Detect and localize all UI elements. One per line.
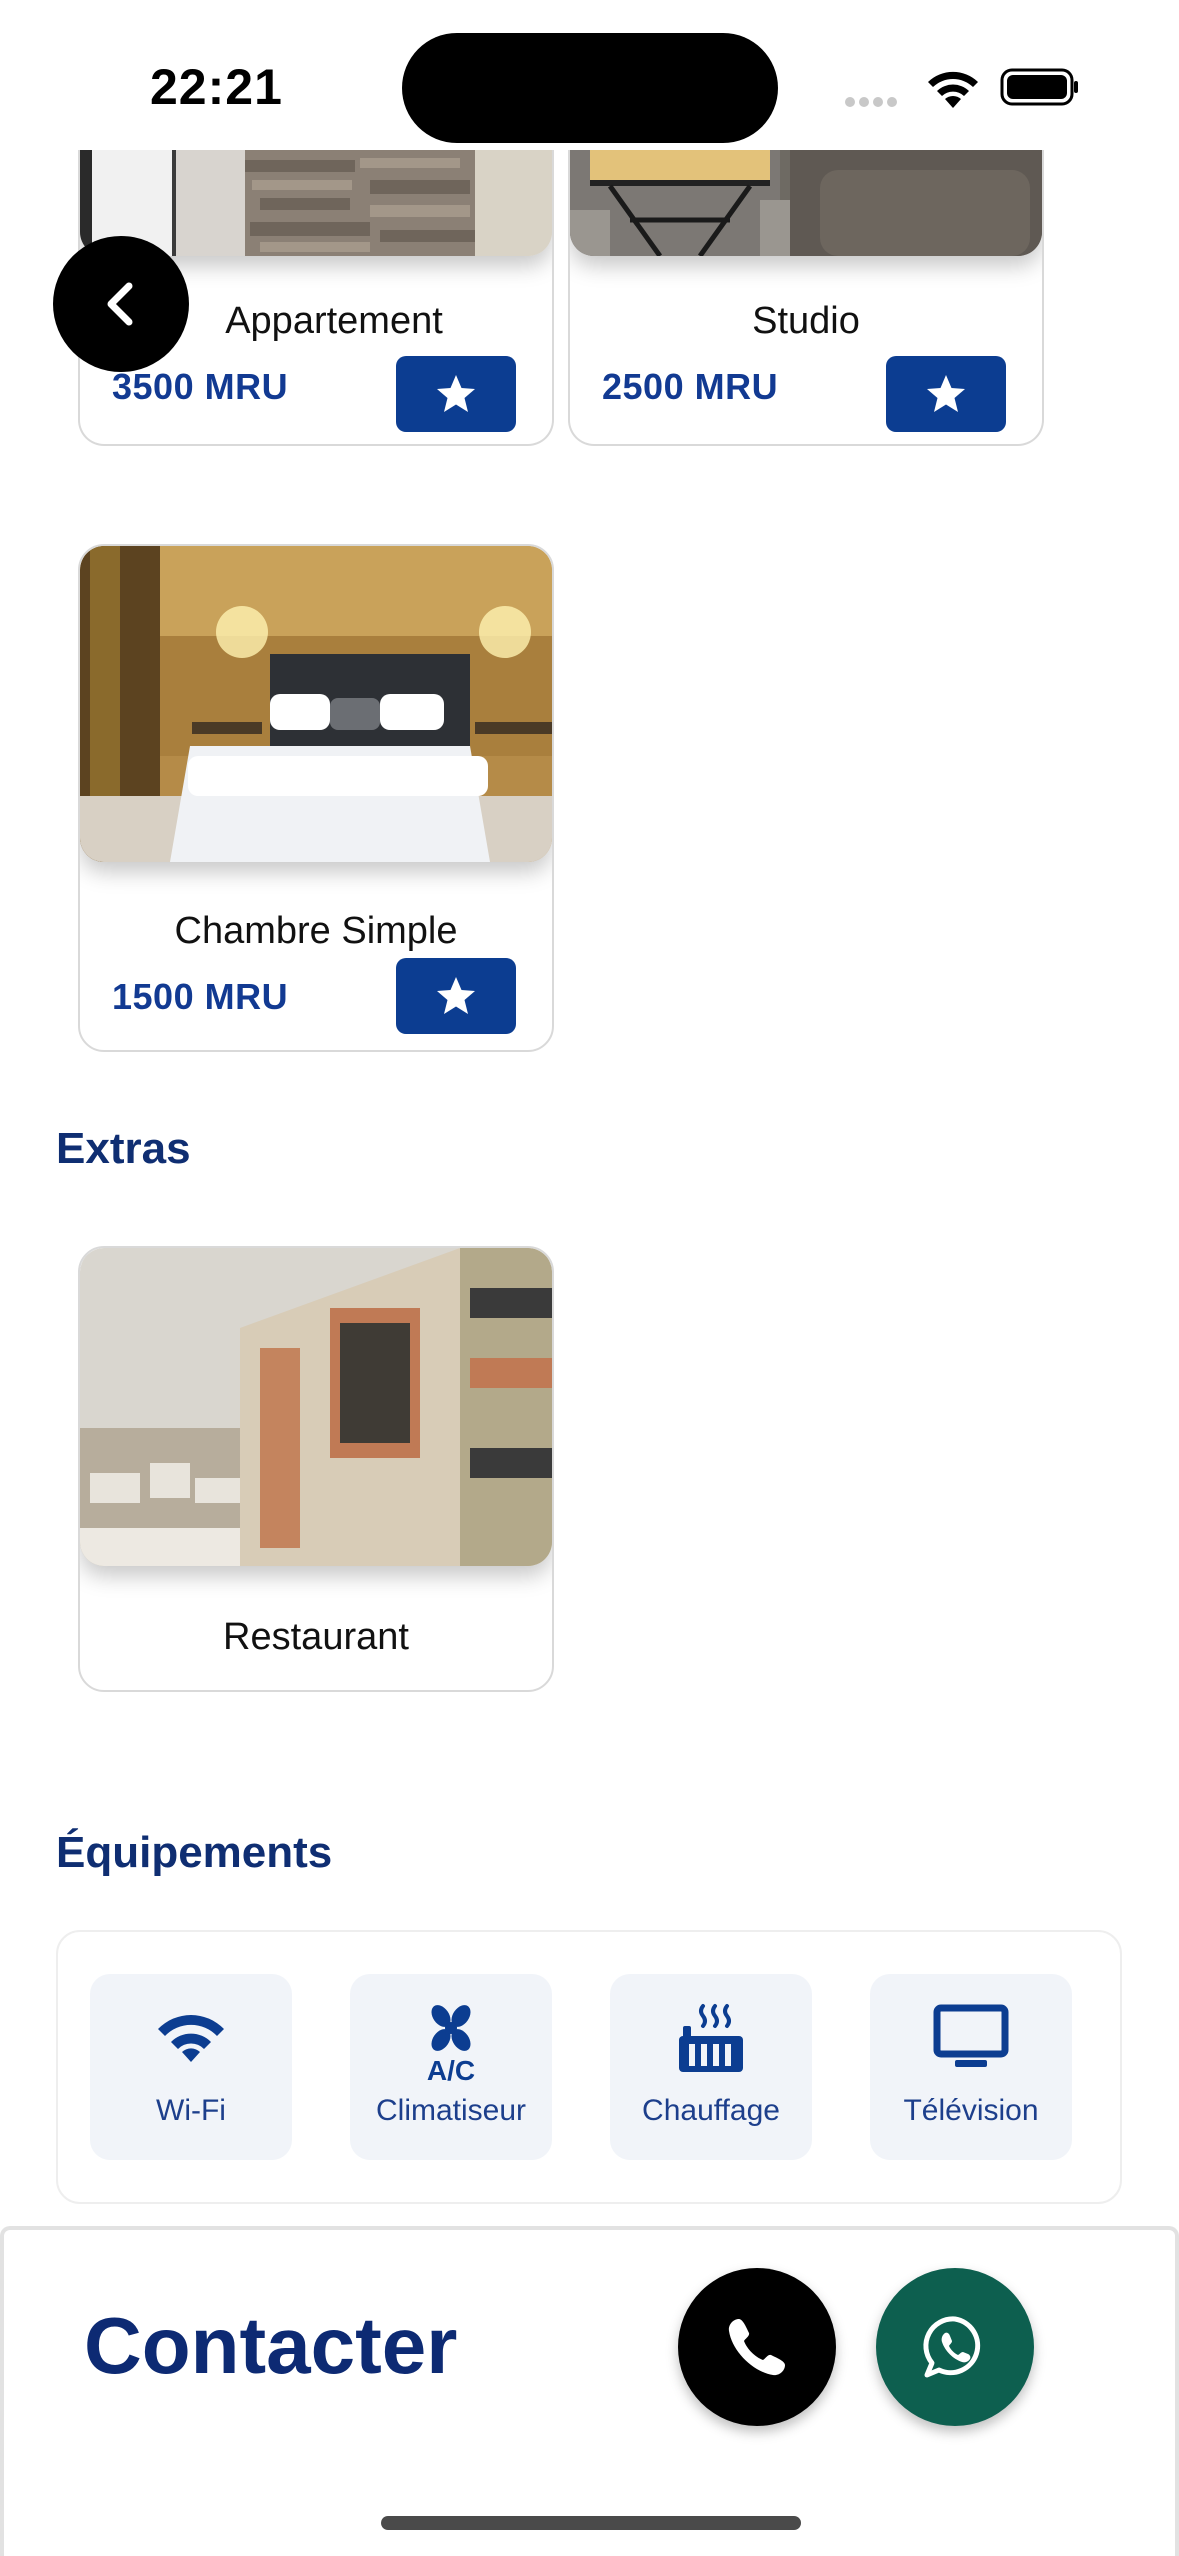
star-icon <box>437 375 475 412</box>
equipment-label: Télévision <box>903 2094 1039 2127</box>
chevron-left-icon <box>107 282 133 326</box>
contact-bar: Contacter <box>0 2226 1179 2556</box>
favorite-button[interactable] <box>396 356 516 432</box>
extra-card-restaurant[interactable]: Restaurant <box>78 1246 554 1692</box>
equipment-label: Chauffage <box>642 2094 780 2127</box>
equipment-heading: Équipements <box>56 1828 333 1877</box>
wifi-status-icon <box>928 71 978 108</box>
room-photo <box>80 150 552 256</box>
battery-icon <box>1000 68 1078 106</box>
call-button[interactable] <box>678 2268 836 2426</box>
room-price: 2500 MRU <box>602 366 779 407</box>
star-icon <box>437 977 475 1014</box>
favorite-button[interactable] <box>886 356 1006 432</box>
contact-label: Contacter <box>84 2301 458 2390</box>
equipment-label: Wi-Fi <box>156 2094 226 2127</box>
room-photo <box>570 150 1042 256</box>
equipment-item-wifi: Wi-Fi <box>90 1974 292 2160</box>
room-price: 1500 MRU <box>112 976 289 1017</box>
equipment-item-television: Télévision <box>870 1974 1072 2160</box>
equipment-list: Wi-Fi A/C Climatiseur Chauffage Télévisi… <box>56 1930 1122 2204</box>
equipment-item-climatiseur: A/C Climatiseur <box>350 1974 552 2160</box>
air-conditioner-icon: A/C <box>427 2005 475 2082</box>
tv-icon <box>933 2004 1009 2067</box>
extras-heading: Extras <box>56 1124 191 1173</box>
star-icon <box>927 375 965 412</box>
extra-title: Restaurant <box>223 1616 409 1658</box>
home-indicator[interactable] <box>381 2516 801 2530</box>
dynamic-island <box>402 33 778 143</box>
cellular-signal-icon <box>845 94 905 107</box>
room-card-studio[interactable]: Studio 2500 MRU <box>568 150 1044 446</box>
phone-icon <box>728 2319 785 2376</box>
favorite-button[interactable] <box>396 958 516 1034</box>
status-time: 22:21 <box>150 59 283 115</box>
back-button[interactable] <box>53 236 189 372</box>
extra-photo <box>80 1248 552 1566</box>
room-title: Chambre Simple <box>174 910 458 952</box>
room-title: Studio <box>752 300 860 342</box>
room-photo <box>80 546 552 862</box>
whatsapp-icon <box>923 2316 981 2378</box>
equipment-item-chauffage: Chauffage <box>610 1974 812 2160</box>
room-price: 3500 MRU <box>112 366 289 407</box>
wifi-icon <box>158 2015 224 2062</box>
room-card-chambre-simple[interactable]: Chambre Simple 1500 MRU <box>78 544 554 1052</box>
equipment-label: Climatiseur <box>375 2094 527 2127</box>
svg-text:A/C: A/C <box>427 2055 475 2082</box>
heater-icon <box>679 2004 743 2072</box>
whatsapp-button[interactable] <box>876 2268 1034 2426</box>
